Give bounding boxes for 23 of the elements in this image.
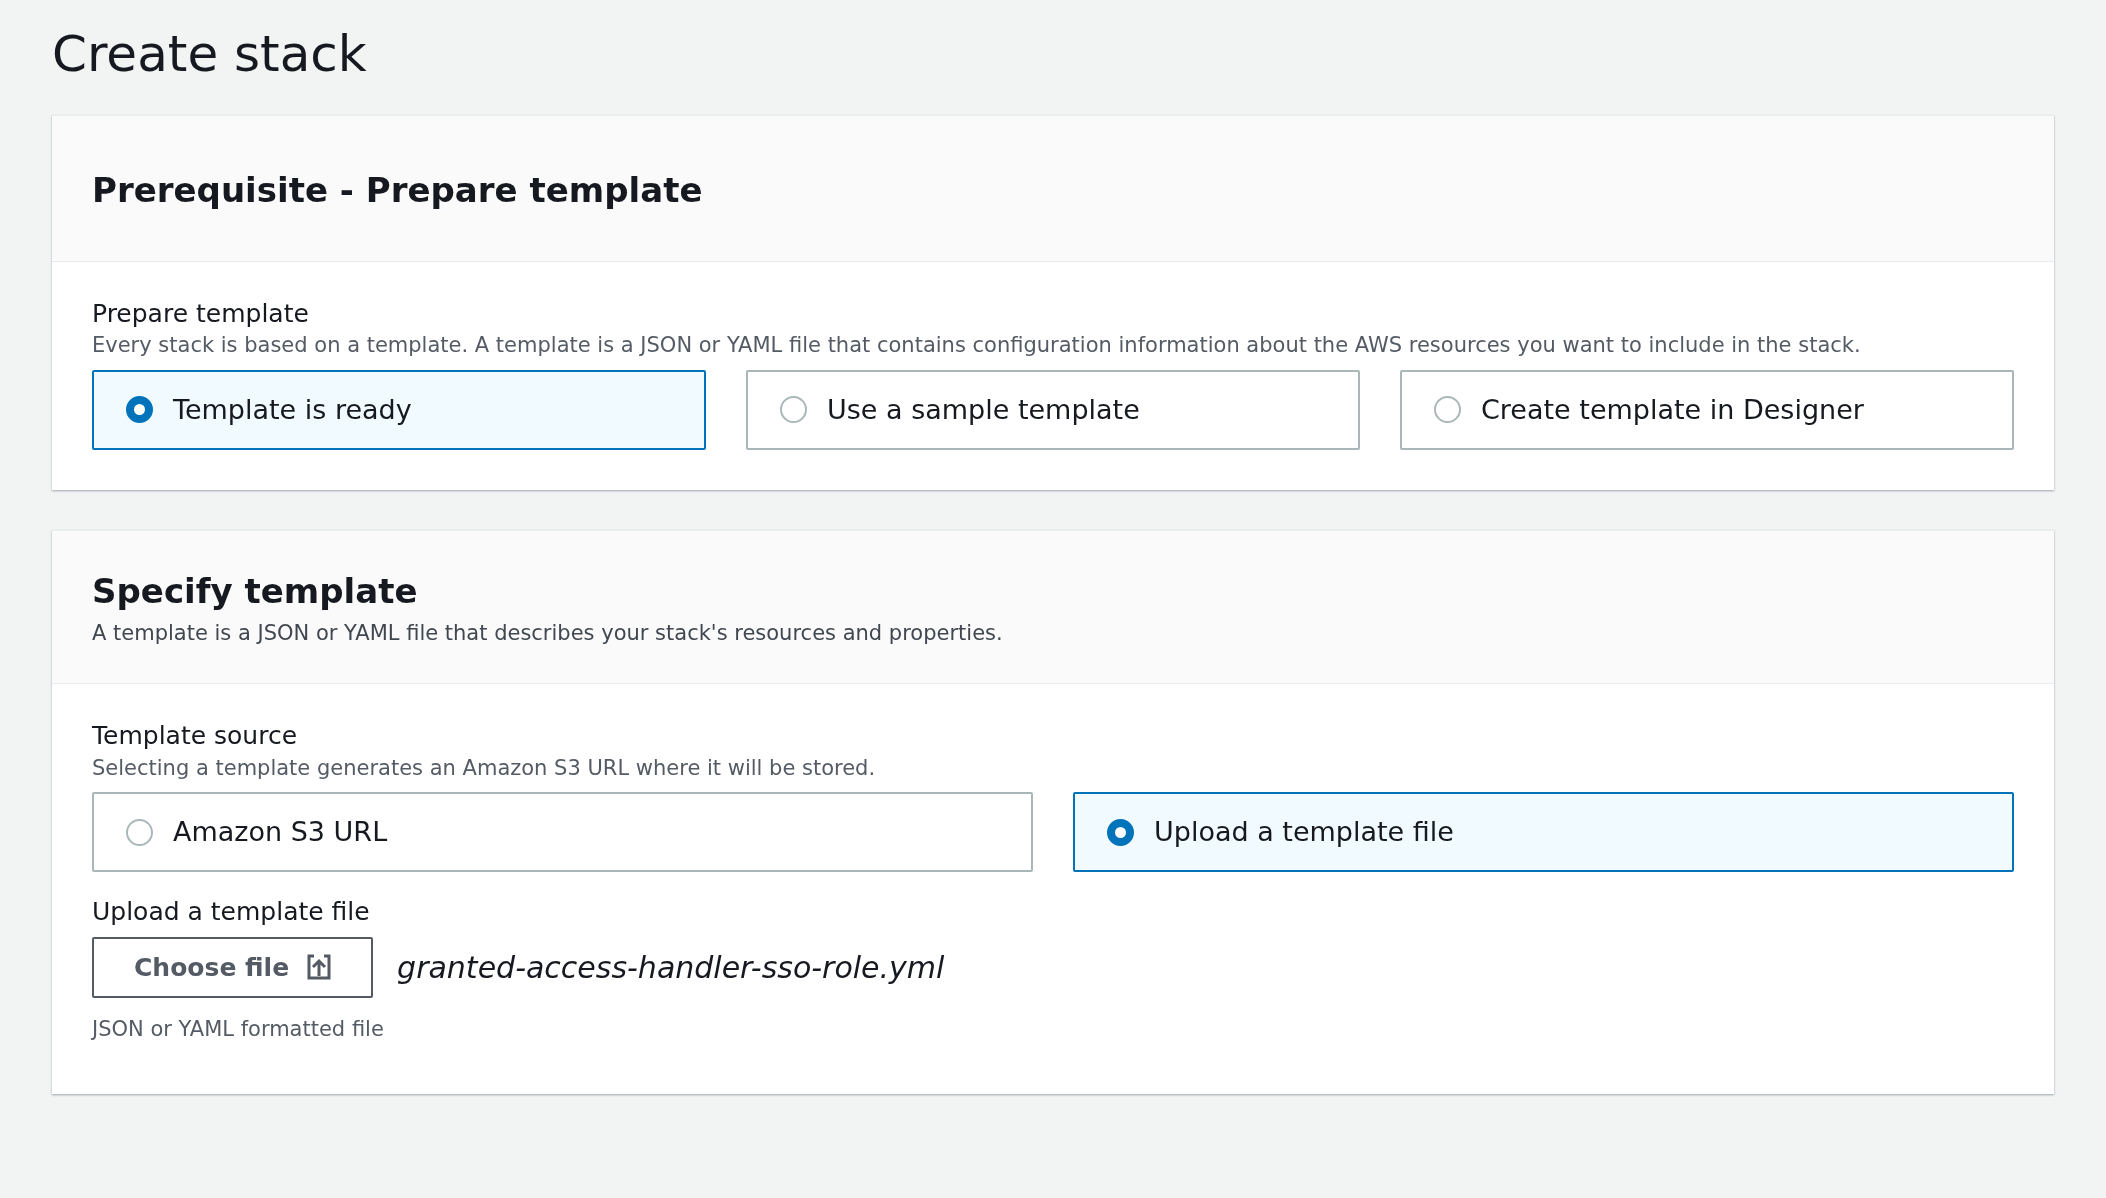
choose-file-button[interactable]: Choose file — [92, 936, 374, 999]
radio-option[interactable]: Upload a template file — [1073, 792, 2014, 873]
field-description: Selecting a template generates an Amazon S3 URL where it will be stored. — [92, 754, 877, 782]
radio-icon — [1107, 818, 1134, 846]
radio-icon — [126, 396, 153, 424]
field-label: Template source — [92, 720, 299, 753]
section-title: Specify template — [92, 570, 419, 612]
section-description: A template is a JSON or YAML file that describes your stack's resources and properties. — [92, 619, 1004, 647]
radio-option[interactable]: Amazon S3 URL — [92, 792, 1033, 873]
page-title: Create stack — [52, 24, 368, 85]
file-name: granted-access-handler-sso-role.yml — [397, 948, 945, 987]
radio-option[interactable]: Template is ready — [92, 369, 706, 450]
radio-icon — [1434, 396, 1461, 424]
radio-icon — [126, 818, 153, 846]
radio-option[interactable]: Create template in Designer — [1400, 369, 2014, 450]
radio-icon — [780, 396, 807, 424]
field-label: Prepare template — [92, 297, 310, 330]
upload-icon — [307, 954, 332, 981]
field-description: Every stack is based on a template. A template is a JSON or YAML file that contains configuration information about the AWS resources you want to include in the stack. — [92, 332, 1862, 360]
field-label: Upload a template file — [92, 896, 371, 929]
section-title: Prerequisite - Prepare template — [92, 170, 704, 211]
field-hint: JSON or YAML formatted file — [92, 1016, 385, 1044]
radio-option[interactable]: Use a sample template — [746, 369, 1360, 450]
